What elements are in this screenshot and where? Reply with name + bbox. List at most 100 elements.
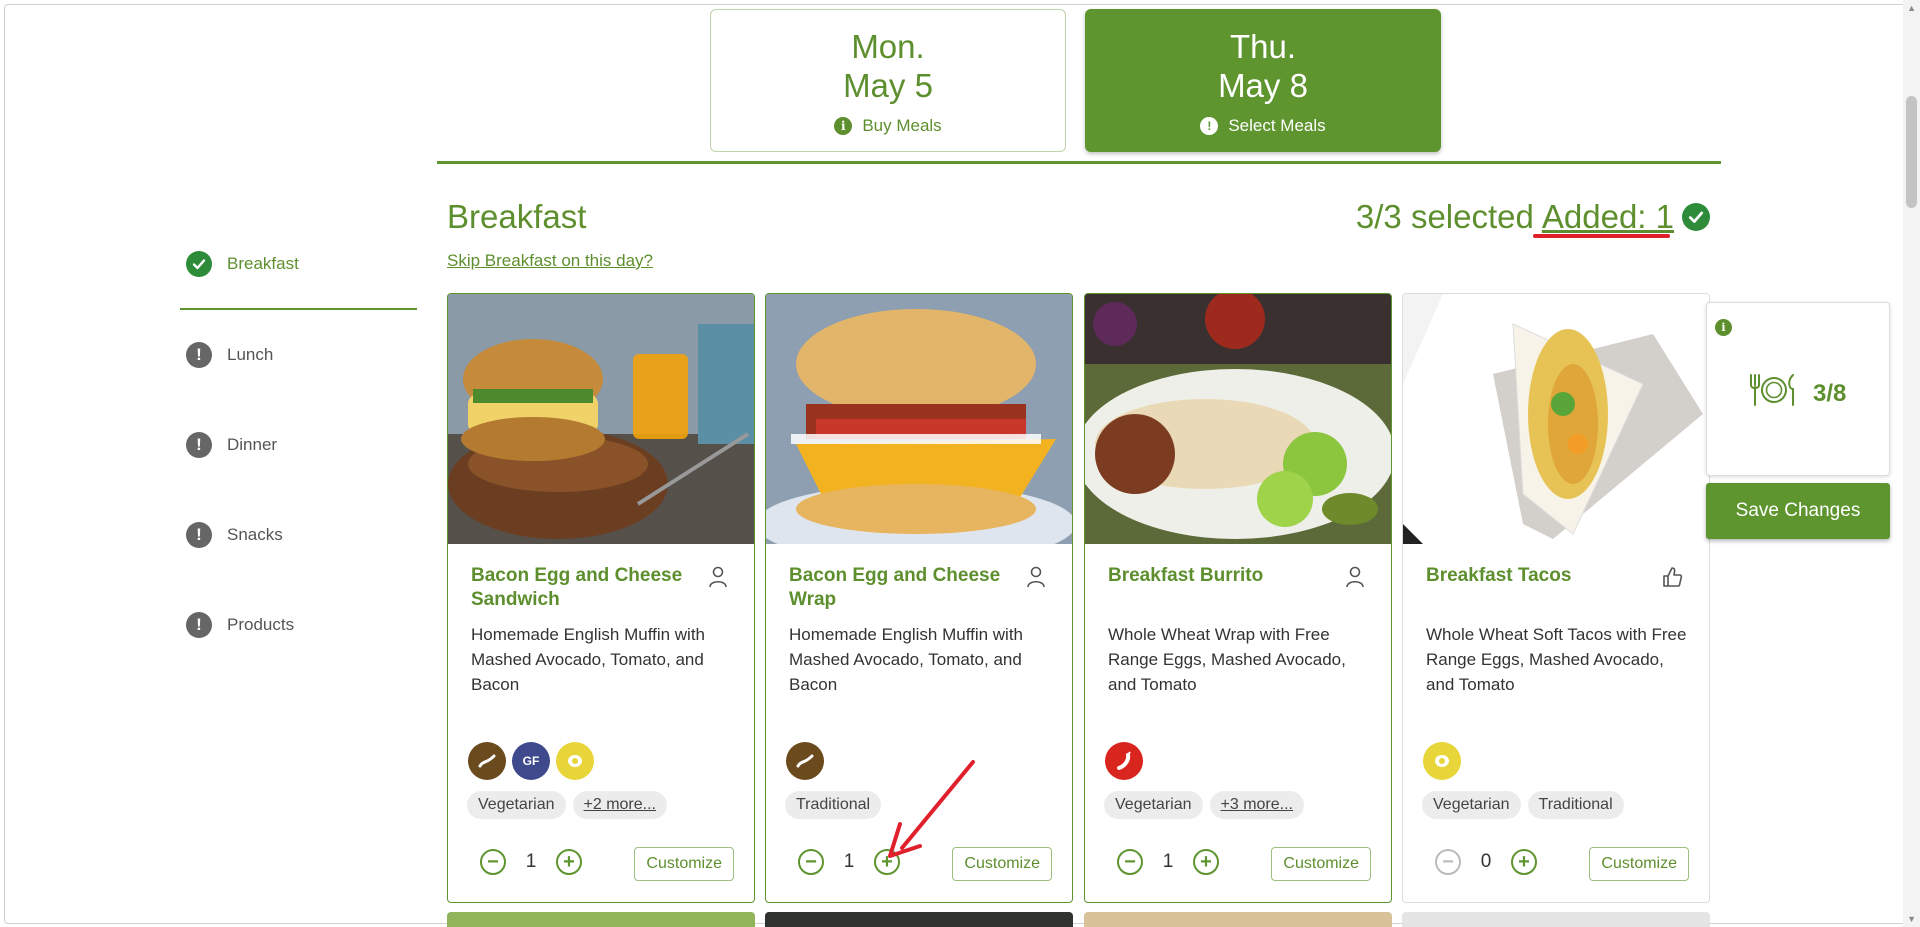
more-tags-link[interactable]: +3 more... [1209,791,1304,819]
scroll-down-icon[interactable]: ▼ [1907,914,1916,924]
meal-card: Breakfast Burrito Whole Wheat Wrap with … [1084,293,1392,903]
meal-count-value: 3/8 [1813,379,1847,407]
person-icon[interactable] [1345,566,1365,593]
sidebar-item-breakfast[interactable]: Breakfast [186,251,299,277]
info-icon: i [834,117,853,135]
thumbs-up-icon[interactable] [1661,566,1683,593]
gluten-free-icon: GF [512,742,550,780]
customize-button[interactable]: Customize [634,847,734,881]
increase-button[interactable]: + [1511,849,1537,875]
tag-list: Vegetarian Traditional [1422,791,1624,819]
meal-description: Homemade English Muffin with Mashed Avoc… [789,625,1024,694]
sidebar-item-lunch[interactable]: ! Lunch [186,342,273,368]
meal-card-peek [1402,912,1710,927]
diet-badges [1105,742,1143,780]
decrease-button[interactable]: − [1435,849,1461,875]
meal-name[interactable]: Breakfast Burrito [1108,564,1328,588]
meal-photo [1403,294,1709,544]
plate-cutlery-icon [1747,373,1801,414]
day-tab-weekday: Mon. [851,28,925,65]
quantity-stepper: − 1 + [798,849,900,875]
person-icon[interactable] [1026,566,1046,593]
check-circle-icon [1682,203,1710,231]
meal-card: Bacon Egg and Cheese Sandwich Homemade E… [447,293,755,903]
meal-counter: 3/8 [1747,373,1846,414]
meal-counter-panel: i 3/8 [1706,302,1890,476]
sidebar-item-label: Products [227,615,295,634]
meal-card-peek [447,912,755,927]
diet-badges: GF [468,742,594,780]
spicy-icon [1105,742,1143,780]
meal-card-peek [765,912,1073,927]
meal-name[interactable]: Breakfast Tacos [1426,564,1646,588]
egg-icon [1423,742,1461,780]
annotation-underline [1533,234,1670,238]
selection-status: 3/3 selected Added: 1 [1356,198,1710,236]
day-tab-status-label: Buy Meals [862,116,942,135]
divider [437,161,1721,164]
scrollbar[interactable]: ▲ ▼ [1903,0,1920,927]
alert-icon: ! [186,342,212,368]
tag: Traditional [1527,791,1624,819]
day-tab-status: ! Select Meals [1086,116,1440,136]
day-tab-date: May 8 [1218,67,1308,104]
alert-icon: ! [186,522,212,548]
day-tab-mon[interactable]: Mon. May 5 i Buy Meals [710,9,1066,152]
scrollbar-thumb[interactable] [1906,96,1917,208]
skip-meal-link[interactable]: Skip Breakfast on this day? [447,251,653,271]
diet-badges [786,742,824,780]
customize-button[interactable]: Customize [1271,847,1371,881]
sidebar-item-snacks[interactable]: ! Snacks [186,522,283,548]
alert-icon: ! [186,432,212,458]
increase-button[interactable]: + [1193,849,1219,875]
sidebar-item-label: Dinner [227,435,278,454]
quantity-value: 0 [1480,851,1492,872]
customize-button[interactable]: Customize [1589,847,1689,881]
increase-button[interactable]: + [556,849,582,875]
sidebar-item-label: Breakfast [227,254,299,273]
egg-icon [556,742,594,780]
person-icon[interactable] [708,566,728,593]
day-tab-date: May 5 [843,67,933,104]
sidebar-item-label: Snacks [227,525,283,544]
section-title: Breakfast [447,198,587,235]
meal-card: Bacon Egg and Cheese Wrap Homemade Engli… [765,293,1073,903]
check-circle-icon [186,251,212,277]
scroll-up-icon[interactable]: ▲ [1907,3,1916,13]
more-tags-link[interactable]: +2 more... [572,791,667,819]
decrease-button[interactable]: − [480,849,506,875]
quantity-stepper: − 1 + [1117,849,1219,875]
quantity-value: 1 [1162,851,1174,872]
meal-name[interactable]: Bacon Egg and Cheese Sandwich [471,564,691,612]
alert-icon: ! [1200,117,1219,135]
decrease-button[interactable]: − [1117,849,1143,875]
alert-icon: ! [186,612,212,638]
sidebar-divider [180,308,417,310]
tag: Traditional [785,791,882,819]
quantity-stepper: − 0 + [1435,849,1537,875]
day-tab-thu[interactable]: Thu. May 8 ! Select Meals [1085,9,1441,152]
tag-list: Vegetarian +3 more... [1104,791,1304,819]
info-icon[interactable]: i [1715,319,1732,336]
bacon-icon [468,742,506,780]
tag: Vegetarian [467,791,566,819]
quantity-value: 1 [843,851,855,872]
meal-photo [766,294,1072,544]
quantity-stepper: − 1 + [480,849,582,875]
decrease-button[interactable]: − [798,849,824,875]
sidebar-item-dinner[interactable]: ! Dinner [186,432,277,458]
diet-badges [1423,742,1461,780]
meal-description: Homemade English Muffin with Mashed Avoc… [471,625,706,694]
meal-card: Breakfast Tacos Whole Wheat Soft Tacos w… [1402,293,1710,903]
meal-photo [448,294,754,544]
customize-button[interactable]: Customize [952,847,1052,881]
tag: Vegetarian [1422,791,1521,819]
day-tab-status: i Buy Meals [711,116,1065,136]
save-changes-button[interactable]: Save Changes [1706,483,1890,539]
sidebar-item-products[interactable]: ! Products [186,612,294,638]
added-count: Added: 1 [1541,198,1674,235]
meal-photo [1085,294,1391,544]
meal-name[interactable]: Bacon Egg and Cheese Wrap [789,564,1009,612]
selected-count: 3/3 selected [1355,198,1534,235]
increase-button[interactable]: + [874,849,900,875]
